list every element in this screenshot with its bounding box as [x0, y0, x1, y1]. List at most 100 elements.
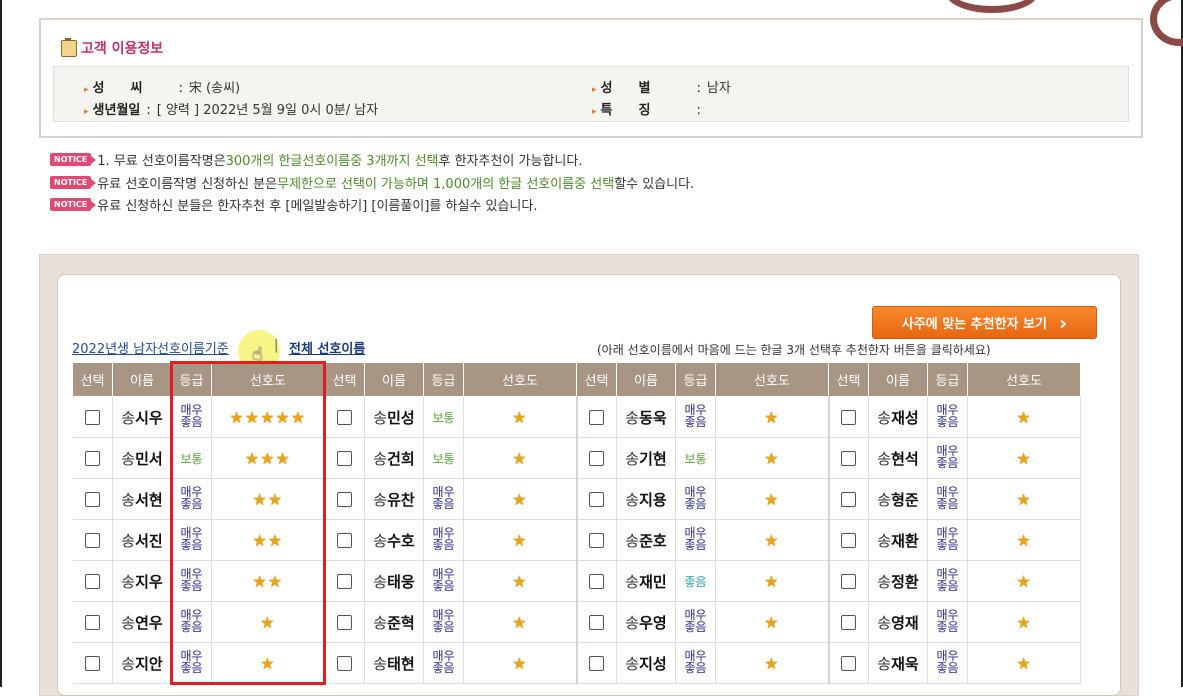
- name-checkbox[interactable]: [841, 451, 857, 466]
- name-checkbox[interactable]: [84, 451, 100, 466]
- given-name-text: 정환: [891, 572, 919, 591]
- grade-cell: 매우 좋음: [675, 601, 716, 643]
- name-checkbox[interactable]: [337, 410, 353, 425]
- grade-cell: 매우 좋음: [927, 519, 968, 561]
- gender-label: 성 별: [600, 81, 651, 96]
- name-checkbox[interactable]: [841, 615, 857, 630]
- name-cell: 송재욱: [868, 642, 928, 684]
- name-cell: 송지용: [616, 478, 676, 520]
- name-checkbox[interactable]: [337, 492, 353, 507]
- grade-text: 좋음: [684, 497, 707, 511]
- surname-text: 송: [877, 572, 892, 591]
- name-checkbox[interactable]: [589, 451, 605, 466]
- notice-text: 후 한자추천이 가능합니다.: [438, 154, 583, 169]
- customer-info-title-text: 고객 이용정보: [81, 41, 164, 57]
- year-preference-link[interactable]: 2022년생 남자선호이름기준: [72, 338, 229, 357]
- all-preference-link[interactable]: 전체 선호이름: [289, 338, 365, 357]
- grade-badge: 매우 좋음: [936, 404, 958, 428]
- name-checkbox[interactable]: [337, 656, 353, 671]
- star-rating-icon: ★: [1016, 489, 1032, 509]
- select-cell: [828, 601, 869, 643]
- trait-row: ▸ 특 징:: [592, 99, 707, 118]
- name-checkbox[interactable]: [589, 615, 605, 630]
- preference-cell: ★: [715, 601, 830, 643]
- select-cell: [72, 519, 113, 561]
- name-checkbox[interactable]: [84, 492, 100, 507]
- name-checkbox[interactable]: [337, 451, 353, 466]
- surname-text: 송: [625, 531, 640, 550]
- given-name-text: 준호: [639, 531, 667, 550]
- select-cell: [324, 642, 365, 684]
- name-checkbox[interactable]: [337, 574, 353, 589]
- gender-value: 남자: [706, 81, 731, 96]
- name-checkbox[interactable]: [84, 615, 100, 630]
- star-rating-icon: ★: [512, 612, 528, 632]
- star-rating-icon: ★: [1016, 571, 1032, 591]
- star-rating-icon: ★: [512, 407, 528, 427]
- given-name-text: 지성: [639, 654, 667, 673]
- notice-text: 1. 무료 선호이름작명은: [97, 154, 226, 169]
- grade-text: 좋음: [684, 620, 707, 634]
- preference-cell: ★: [463, 601, 578, 643]
- star-rating-icon: ★: [764, 407, 780, 427]
- recommend-button-label: 사주에 맞는 추천한자 보기: [901, 317, 1047, 332]
- name-text: 송재민: [625, 573, 666, 591]
- preference-cell: ★: [715, 478, 830, 520]
- name-checkbox[interactable]: [589, 533, 605, 548]
- preference-cell: ★: [967, 396, 1081, 438]
- name-checkbox[interactable]: [589, 410, 605, 425]
- grade-text: 좋음: [936, 415, 959, 429]
- surname-text: 송: [373, 531, 388, 550]
- notice-badge: NOTICE: [50, 176, 97, 189]
- decorative-swirl: [1150, 0, 1183, 46]
- name-cell: 송동욱: [616, 396, 676, 438]
- preference-cell: ★: [463, 437, 578, 479]
- name-checkbox[interactable]: [841, 410, 857, 425]
- surname-text: 송: [121, 613, 136, 632]
- name-checkbox[interactable]: [841, 574, 857, 589]
- given-name-text: 지우: [135, 572, 163, 591]
- grade-cell: 보통: [423, 396, 464, 438]
- chevron-right-icon: ›: [1058, 310, 1068, 335]
- grade-badge: 매우 좋음: [684, 609, 706, 633]
- name-checkbox[interactable]: [84, 574, 100, 589]
- header-name: 이름: [364, 362, 424, 397]
- star-rating-icon: ★: [512, 489, 528, 509]
- name-cell: 송서진: [112, 519, 172, 561]
- surname-text: 송: [121, 490, 136, 509]
- grade-badge: 매우 좋음: [936, 486, 958, 510]
- name-checkbox[interactable]: [84, 533, 100, 548]
- star-rating-icon: ★: [1016, 653, 1032, 673]
- name-checkbox[interactable]: [84, 656, 100, 671]
- name-checkbox[interactable]: [841, 656, 857, 671]
- header-name: 이름: [112, 362, 172, 397]
- star-rating-icon: ★: [764, 530, 780, 550]
- name-checkbox[interactable]: [337, 533, 353, 548]
- recommend-hanja-button[interactable]: 사주에 맞는 추천한자 보기 ›: [872, 306, 1097, 339]
- grade-badge: 보통: [432, 411, 455, 425]
- name-checkbox[interactable]: [589, 492, 605, 507]
- name-checkbox[interactable]: [589, 574, 605, 589]
- preference-cell: ★: [967, 642, 1081, 684]
- name-cell: 송지우: [112, 560, 172, 602]
- name-text: 송태웅: [373, 573, 414, 591]
- name-cell: 송기현: [616, 437, 676, 479]
- birth-row: ▸ 생년월일:[ 양력 ] 2022년 5월 9일 0시 0분/ 남자: [84, 99, 378, 118]
- name-checkbox[interactable]: [337, 615, 353, 630]
- given-name-text: 태현: [387, 654, 415, 673]
- name-checkbox[interactable]: [84, 410, 100, 425]
- name-checkbox[interactable]: [841, 492, 857, 507]
- preference-cell: ★: [967, 601, 1081, 643]
- grade-cell: 매우 좋음: [423, 478, 464, 520]
- select-cell: [828, 437, 869, 479]
- select-cell: [324, 478, 365, 520]
- select-cell: [576, 601, 617, 643]
- name-checkbox[interactable]: [589, 656, 605, 671]
- arrow-icon: ▸: [84, 107, 89, 117]
- surname-text: 송: [625, 449, 640, 468]
- name-text: 송서현: [121, 491, 162, 509]
- header-name: 이름: [868, 362, 928, 397]
- name-text: 송시우: [121, 409, 162, 427]
- name-checkbox[interactable]: [841, 533, 857, 548]
- name-text: 송영재: [877, 614, 918, 632]
